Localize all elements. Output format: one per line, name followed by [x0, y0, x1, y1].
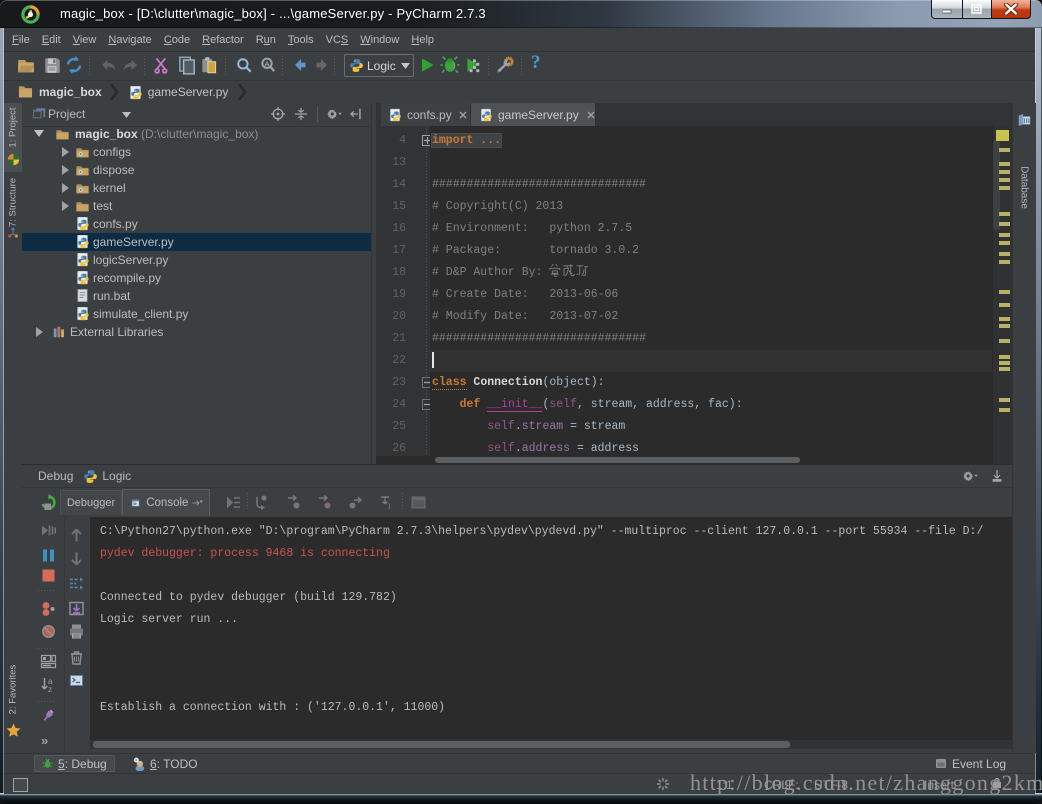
svg-text:I: I: [388, 502, 391, 511]
svg-text:A: A: [264, 59, 270, 68]
svg-text:z: z: [48, 685, 52, 693]
